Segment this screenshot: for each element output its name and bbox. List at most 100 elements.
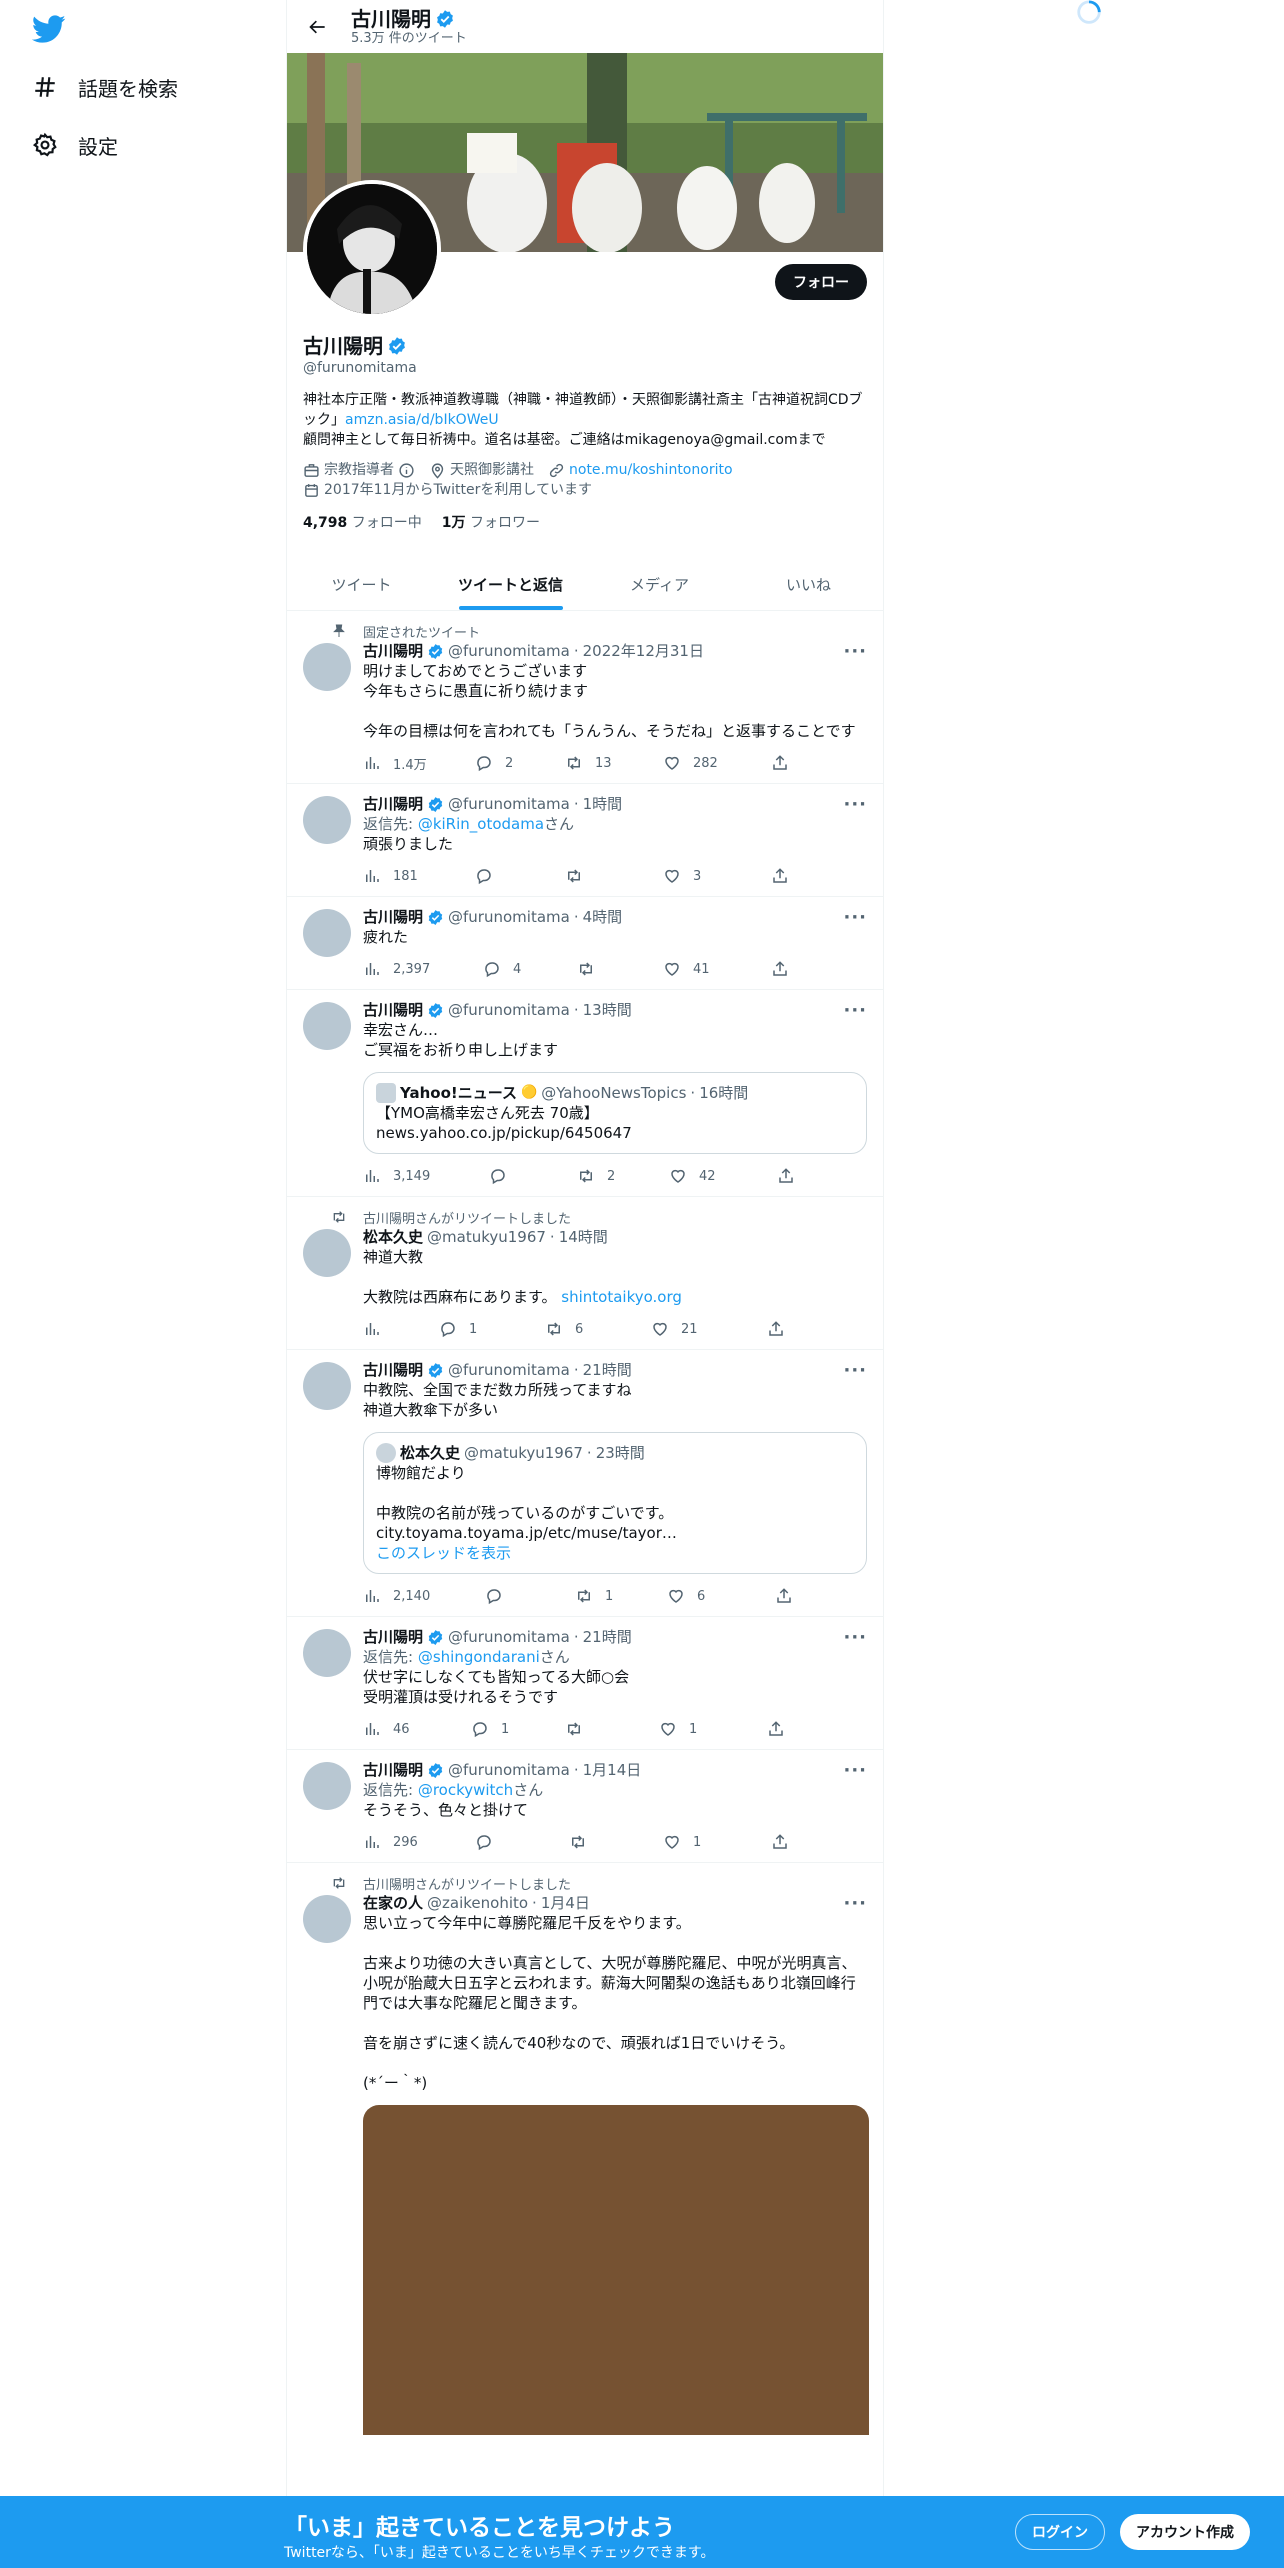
retweet-button[interactable] — [569, 1833, 663, 1851]
profile-avatar[interactable] — [303, 180, 441, 318]
tweet-author-handle[interactable]: @matukyu1967 — [427, 1227, 546, 1247]
context-label[interactable]: 古川陽明さんがリツイートしました — [363, 1208, 571, 1227]
tweet-time[interactable]: 4時間 — [583, 907, 623, 927]
tweet[interactable]: 古川陽明さんがリツイートしました 在家の人 @zaikenohito · 1月4… — [287, 1863, 883, 2445]
tweet-author-name[interactable]: 古川陽明 — [363, 1360, 423, 1380]
tweet-author-handle[interactable]: @furunomitama — [448, 1000, 570, 1020]
reply-to-link[interactable]: @rockywitch — [418, 1781, 513, 1799]
tab-tweets[interactable]: ツイート — [287, 558, 436, 610]
avatar[interactable] — [303, 643, 351, 691]
tweet-time[interactable]: 1時間 — [583, 794, 623, 814]
like-button[interactable]: 1 — [663, 1833, 771, 1851]
reply-to-link[interactable]: @kiRin_otodama — [418, 815, 544, 833]
like-button[interactable]: 1 — [659, 1720, 767, 1738]
reply-button[interactable]: 1 — [471, 1720, 565, 1738]
more-options-icon[interactable]: ··· — [843, 907, 867, 928]
tweet[interactable]: 古川陽明 @furunomitama · 13時間 ··· 幸宏さん… ご冥福を… — [287, 990, 883, 1197]
avatar[interactable] — [303, 1362, 351, 1410]
tweet-time[interactable]: 21時間 — [583, 1360, 632, 1380]
show-thread-link[interactable]: このスレッドを表示 — [376, 1543, 854, 1563]
tweet-author-name[interactable]: 古川陽明 — [363, 1760, 423, 1780]
more-options-icon[interactable]: ··· — [843, 1627, 867, 1648]
retweet-button[interactable] — [565, 867, 663, 885]
tweet[interactable]: 古川陽明 @furunomitama · 1月14日 ··· 返信先: @roc… — [287, 1750, 883, 1863]
like-button[interactable]: 42 — [669, 1167, 777, 1185]
share-button[interactable] — [767, 1320, 785, 1338]
tweet-author-handle[interactable]: @furunomitama — [448, 641, 570, 661]
tweet[interactable]: 古川陽明 @furunomitama · 21時間 ··· 返信先: @shin… — [287, 1617, 883, 1750]
retweet-button[interactable] — [565, 1720, 659, 1738]
bio-link[interactable]: amzn.asia/d/bIkOWeU — [345, 412, 499, 428]
avatar[interactable] — [303, 1762, 351, 1810]
like-button[interactable]: 282 — [663, 754, 771, 772]
more-options-icon[interactable]: ··· — [843, 641, 867, 662]
website-item[interactable]: note.mu/koshintonorito — [548, 460, 733, 480]
like-button[interactable]: 3 — [663, 867, 771, 885]
tweet-author-handle[interactable]: @furunomitama — [448, 1360, 570, 1380]
tweet[interactable]: 古川陽明 @furunomitama · 21時間 ··· 中教院、全国でまだ数… — [287, 1350, 883, 1617]
tweet-author-handle[interactable]: @zaikenohito — [427, 1893, 528, 1913]
avatar[interactable] — [303, 1895, 351, 1943]
avatar[interactable] — [303, 1229, 351, 1277]
context-label[interactable]: 古川陽明さんがリツイートしました — [363, 1874, 571, 1893]
share-button[interactable] — [777, 1167, 795, 1185]
tweet-author-handle[interactable]: @furunomitama — [448, 1760, 570, 1780]
share-button[interactable] — [767, 1720, 785, 1738]
more-options-icon[interactable]: ··· — [843, 1360, 867, 1381]
tweet-time[interactable]: 21時間 — [583, 1627, 632, 1647]
tweet-time[interactable]: 13時間 — [583, 1000, 632, 1020]
follow-button[interactable]: フォロー — [775, 264, 867, 300]
reply-button[interactable] — [485, 1587, 575, 1605]
share-button[interactable] — [771, 960, 789, 978]
quoted-tweet[interactable]: Yahoo!ニュース 🟡 @YahooNewsTopics · 16時間 【YM… — [363, 1072, 867, 1154]
tweet-author-name[interactable]: 古川陽明 — [363, 1627, 423, 1647]
back-button[interactable] — [301, 10, 335, 44]
tweet-author-handle[interactable]: @furunomitama — [448, 907, 570, 927]
tweet-author-name[interactable]: 古川陽明 — [363, 1000, 423, 1020]
nav-explore[interactable]: 話題を検索 — [32, 67, 178, 107]
tweet-author-name[interactable]: 松本久史 — [363, 1227, 423, 1247]
views-button[interactable]: 296 — [363, 1833, 475, 1851]
more-options-icon[interactable]: ··· — [843, 794, 867, 815]
tweet-time[interactable]: 1月4日 — [541, 1893, 590, 1913]
like-button[interactable]: 41 — [663, 960, 771, 978]
share-button[interactable] — [771, 754, 789, 772]
tab-likes[interactable]: いいね — [734, 558, 883, 610]
more-options-icon[interactable]: ··· — [843, 1000, 867, 1021]
login-button[interactable]: ログイン — [1015, 2514, 1105, 2550]
avatar[interactable] — [303, 1629, 351, 1677]
tweet[interactable]: 古川陽明 @furunomitama · 1時間 ··· 返信先: @kiRin… — [287, 784, 883, 897]
reply-button[interactable] — [475, 1833, 569, 1851]
retweet-button[interactable]: 1 — [575, 1587, 667, 1605]
reply-button[interactable]: 4 — [483, 960, 577, 978]
nav-settings[interactable]: 設定 — [32, 125, 118, 165]
tweet[interactable]: 古川陽明さんがリツイートしました 松本久史 @matukyu1967 · 14時… — [287, 1197, 883, 1350]
tab-tweets-replies[interactable]: ツイートと返信 — [436, 558, 585, 610]
more-options-icon[interactable]: ··· — [843, 1760, 867, 1781]
views-button[interactable]: 3,149 — [363, 1167, 489, 1185]
share-button[interactable] — [771, 867, 789, 885]
reply-button[interactable]: 2 — [475, 754, 565, 772]
views-button[interactable] — [363, 1320, 439, 1338]
like-button[interactable]: 21 — [651, 1320, 767, 1338]
more-options-icon[interactable]: ··· — [843, 1893, 867, 1914]
tweet-time[interactable]: 1月14日 — [583, 1760, 642, 1780]
views-button[interactable]: 1.4万 — [363, 754, 475, 773]
tweet[interactable]: 古川陽明 @furunomitama · 4時間 ··· 疲れた 2,397 4… — [287, 897, 883, 990]
tweet[interactable]: 固定されたツイート 古川陽明 @furunomitama · 2022年12月3… — [287, 611, 883, 784]
info-icon[interactable] — [398, 462, 415, 479]
share-button[interactable] — [771, 1833, 789, 1851]
tweet-author-name[interactable]: 在家の人 — [363, 1893, 423, 1913]
avatar[interactable] — [303, 796, 351, 844]
reply-button[interactable] — [489, 1167, 577, 1185]
tweet-author-name[interactable]: 古川陽明 — [363, 907, 423, 927]
tweet-time[interactable]: 14時間 — [559, 1227, 608, 1247]
quoted-tweet[interactable]: 松本久史 @matukyu1967 · 23時間 博物館だより 中教院の名前が残… — [363, 1432, 867, 1574]
tweet-author-name[interactable]: 古川陽明 — [363, 641, 423, 661]
tweet-time[interactable]: 2022年12月31日 — [583, 641, 704, 661]
twitter-logo-icon[interactable] — [32, 12, 66, 46]
views-button[interactable]: 46 — [363, 1720, 471, 1738]
followers-link[interactable]: 1万 フォロワー — [442, 512, 540, 532]
tweet-link[interactable]: shintotaikyo.org — [561, 1288, 682, 1306]
reply-button[interactable] — [475, 867, 565, 885]
